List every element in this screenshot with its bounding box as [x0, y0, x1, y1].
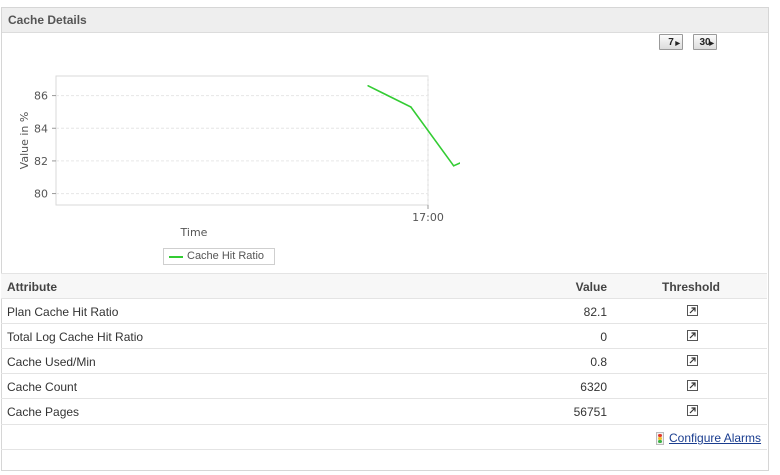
data-point: [367, 84, 369, 87]
configure-alarms-link[interactable]: Configure Alarms: [669, 431, 761, 445]
threshold-edit-icon[interactable]: [687, 355, 698, 366]
legend-label: Cache Hit Ratio: [187, 250, 265, 262]
y-tick-label: 80: [34, 188, 48, 201]
table-row: Cache Pages 56751: [1, 398, 767, 423]
row-value: 56751: [573, 405, 607, 419]
x-tick-label: 17:00: [412, 211, 444, 224]
row-attribute: Total Log Cache Hit Ratio: [7, 330, 144, 344]
threshold-edit-icon[interactable]: [687, 380, 698, 391]
row-value: 0.8: [590, 355, 607, 369]
threshold-edit-icon[interactable]: [687, 305, 698, 316]
panel-title: Cache Details: [8, 13, 87, 27]
row-attribute: Cache Pages: [7, 405, 80, 419]
chart-legend: Cache Hit Ratio: [163, 248, 275, 265]
data-point: [410, 106, 412, 108]
row-value: 0: [600, 330, 607, 344]
row-value: 6320: [580, 380, 607, 394]
play-arrow-icon: ▶: [709, 41, 714, 47]
y-tick-label: 86: [34, 90, 48, 103]
table-row: Cache Used/Min 0.8: [1, 348, 767, 373]
table-row: Cache Count 6320: [1, 373, 767, 398]
table-row: Plan Cache Hit Ratio 82.1: [1, 298, 767, 323]
x-axis-label: Time: [180, 226, 208, 239]
panel-header: Cache Details: [2, 8, 768, 33]
row-attribute: Plan Cache Hit Ratio: [7, 305, 119, 319]
period-7-button[interactable]: 7 ▶: [659, 34, 683, 50]
threshold-edit-icon[interactable]: [687, 330, 698, 341]
row-attribute: Cache Used/Min: [7, 355, 96, 369]
row-attribute: Cache Count: [7, 380, 78, 394]
row-value: 82.1: [583, 305, 607, 319]
data-point: [452, 165, 455, 167]
traffic-light-icon: [656, 432, 664, 445]
period-7-label: 7: [668, 37, 674, 48]
attribute-table: Attribute Value Threshold Plan Cache Hit…: [1, 273, 767, 423]
play-arrow-icon: ▶: [675, 41, 680, 47]
divider: [1, 449, 767, 451]
footer-row: Configure Alarms: [1, 424, 767, 449]
cache-hit-ratio-chart: 8082848617:0017:1017:2017:3017:4017:50Ti…: [18, 75, 460, 239]
y-tick-label: 84: [34, 122, 48, 135]
header-threshold: Threshold: [661, 280, 720, 294]
table-header-row: Attribute Value Threshold: [1, 273, 767, 298]
legend-swatch: [169, 256, 183, 258]
table-row: Total Log Cache Hit Ratio 0: [1, 323, 767, 348]
period-30-button[interactable]: 30 ▶: [693, 34, 717, 50]
y-axis-label: Value in %: [18, 112, 31, 170]
y-tick-label: 82: [34, 155, 48, 168]
header-value: Value: [575, 280, 607, 294]
threshold-edit-icon[interactable]: [687, 405, 698, 416]
header-attribute: Attribute: [7, 280, 57, 294]
